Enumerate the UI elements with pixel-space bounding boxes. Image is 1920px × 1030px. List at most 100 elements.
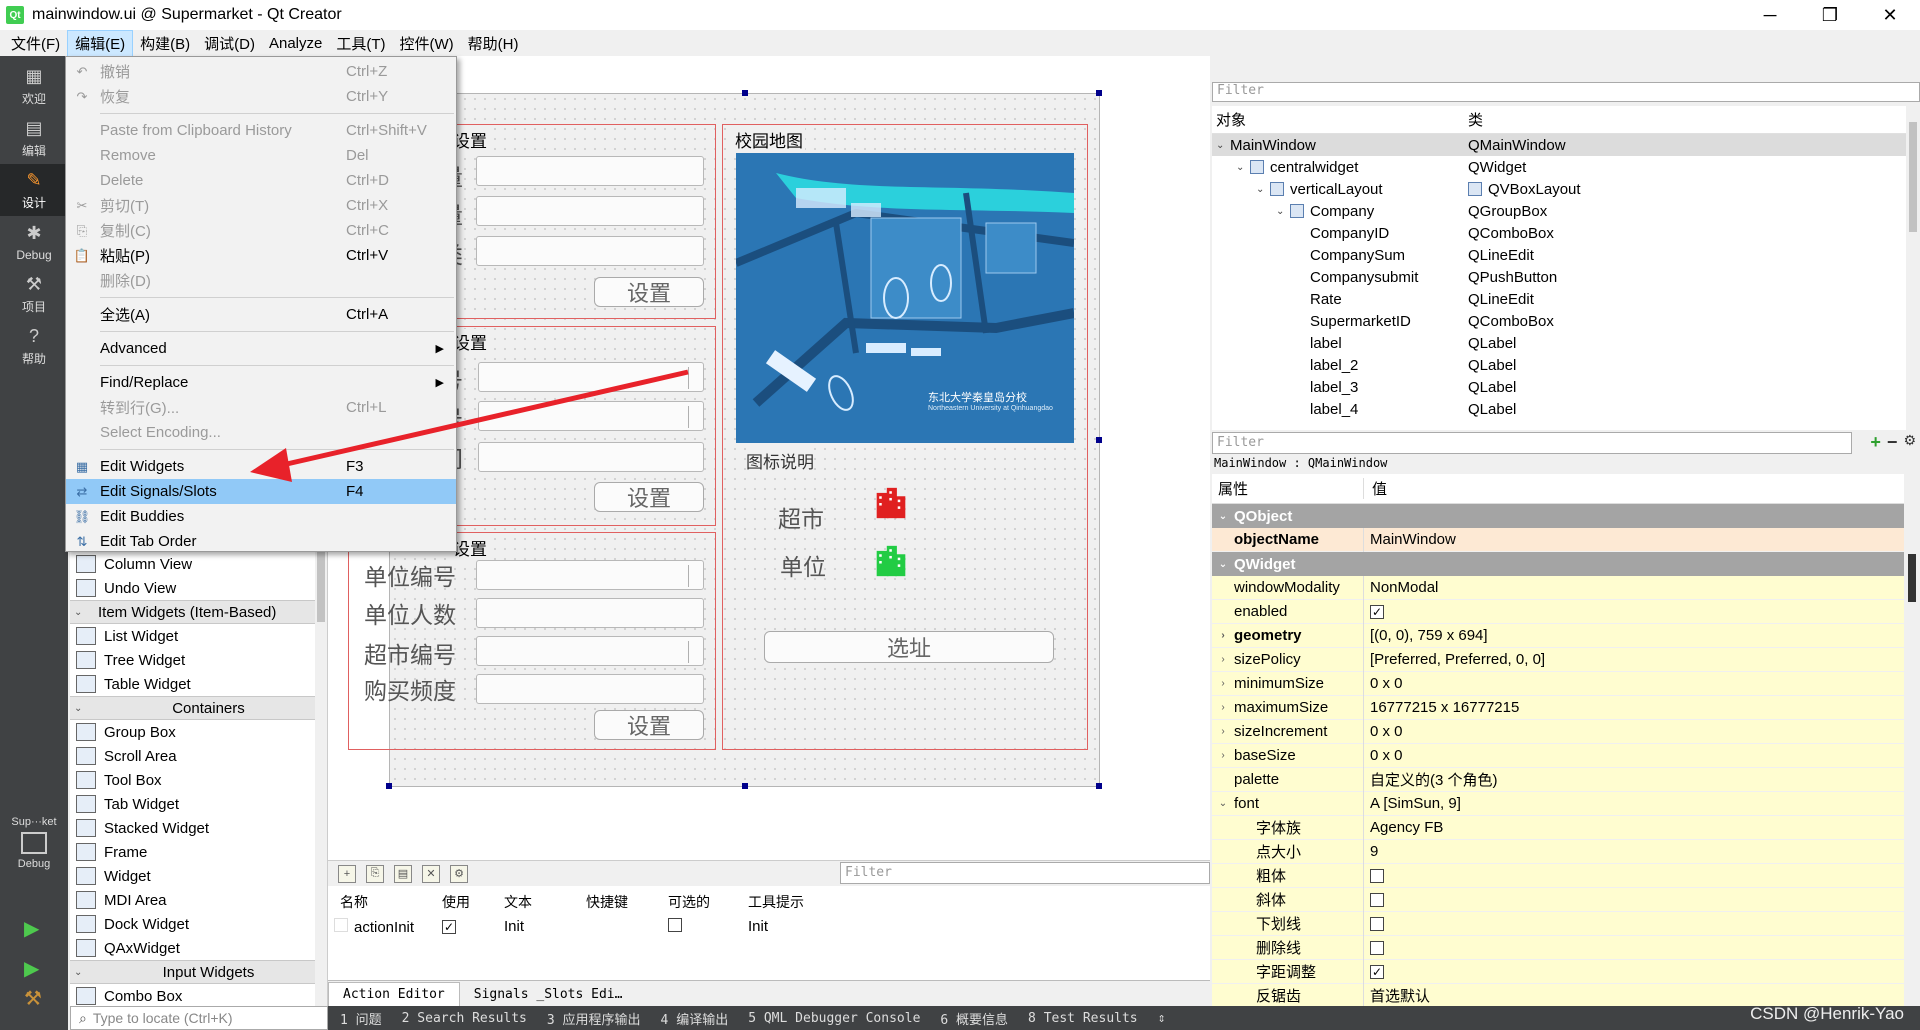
property-value-cell[interactable]: ✓ xyxy=(1364,964,1384,979)
value-column-header[interactable]: 值 xyxy=(1364,478,1387,499)
widget-item[interactable]: Table Widget xyxy=(70,672,327,696)
locator-input[interactable]: ⌕ Type to locate (Ctrl+K) xyxy=(70,1006,328,1030)
property-value-cell[interactable]: 0 x 0 xyxy=(1364,675,1403,692)
build-icon[interactable]: ⚒ xyxy=(24,986,46,1010)
action-name[interactable]: actionInit xyxy=(334,918,414,936)
property-row[interactable]: › geometry [(0, 0), 759 x 694] xyxy=(1212,623,1920,648)
unit-id-combo[interactable] xyxy=(476,560,704,590)
tab-action-editor[interactable]: Action Editor xyxy=(328,982,460,1006)
property-value-cell[interactable] xyxy=(1364,916,1384,931)
expand-arrow-icon[interactable]: ⌄ xyxy=(1212,798,1234,809)
unit-count-field[interactable] xyxy=(476,598,704,628)
debug-run-icon[interactable]: ▶ xyxy=(24,956,46,980)
property-value-cell[interactable]: [Preferred, Preferred, 0, 0] xyxy=(1364,651,1545,668)
supermarket-submit-button[interactable]: 设置 xyxy=(594,482,704,512)
action-used-checkbox[interactable]: ✓ xyxy=(442,918,456,935)
action-filter-input[interactable]: Filter xyxy=(840,862,1210,884)
expand-arrow-icon[interactable]: › xyxy=(1212,678,1234,689)
menu-item-g[interactable]: 转到行(G)... Ctrl+L xyxy=(66,395,456,420)
menu-item-c[interactable]: ⎘ 复制(C) Ctrl+C xyxy=(66,218,456,243)
mode-document[interactable]: ▤ 编辑 xyxy=(0,112,68,164)
widget-category[interactable]: ⌄ Item Widgets (Item-Based) xyxy=(70,600,327,624)
menu-3[interactable]: 调试(D) xyxy=(197,31,262,56)
property-value-cell[interactable] xyxy=(1364,940,1384,955)
object-inspector-scrollbar[interactable] xyxy=(1906,106,1920,430)
property-value-cell[interactable]: ✓ xyxy=(1364,604,1384,619)
property-value-cell[interactable]: 首选默认 xyxy=(1364,985,1430,1006)
property-row[interactable]: › baseSize 0 x 0 xyxy=(1212,743,1920,768)
widget-item[interactable]: Scroll Area xyxy=(70,744,327,768)
property-row[interactable]: 粗体 xyxy=(1212,863,1920,888)
mode-bug[interactable]: ✱ Debug xyxy=(0,216,68,268)
menu-item-paste-from-clipboard-history[interactable]: Paste from Clipboard History Ctrl+Shift+V xyxy=(66,118,456,143)
object-tree-row[interactable]: Rate QLineEdit xyxy=(1212,288,1920,310)
output-pane-button[interactable]: 6 概要信息 xyxy=(940,1009,1008,1028)
object-column-header[interactable]: 对象 xyxy=(1212,109,1468,130)
supermarket-id-combo[interactable] xyxy=(476,636,704,666)
menu-item-d[interactable]: 删除(D) xyxy=(66,268,456,293)
action-column-header[interactable]: 名称 xyxy=(340,892,368,912)
widget-item[interactable]: Stacked Widget xyxy=(70,816,327,840)
output-pane-button[interactable]: 1 问题 xyxy=(340,1009,382,1028)
purchase-frequency-field[interactable] xyxy=(476,674,704,704)
widget-item[interactable]: Combo Box xyxy=(70,984,327,1006)
property-row[interactable]: palette 自定义的(3 个角色) xyxy=(1212,767,1920,792)
menu-item-remove[interactable]: Remove Del xyxy=(66,143,456,168)
output-pane-button[interactable]: 2 Search Results xyxy=(402,1011,527,1026)
widget-item[interactable]: Tab Widget xyxy=(70,792,327,816)
mode-wrench[interactable]: ⚒ 项目 xyxy=(0,268,68,320)
action-text[interactable]: Init xyxy=(504,918,524,935)
property-value-cell[interactable]: 16777215 x 16777215 xyxy=(1364,699,1519,716)
add-property-icon[interactable]: + xyxy=(1870,432,1881,453)
menu-item-advanced[interactable]: Advanced ▶ xyxy=(66,336,456,361)
configure-icon[interactable]: ⚙ xyxy=(1903,432,1916,453)
action-column-header[interactable]: 快捷键 xyxy=(586,892,628,912)
action-tooltip[interactable]: Init xyxy=(748,918,768,935)
menu-item-edit-tab-order[interactable]: ⇅ Edit Tab Order xyxy=(66,529,456,554)
menu-item-select-encoding[interactable]: Select Encoding... xyxy=(66,420,456,445)
property-checkbox[interactable] xyxy=(1370,892,1384,907)
menu-item-edit-widgets[interactable]: ▦ Edit Widgets F3 xyxy=(66,454,456,479)
property-checkbox[interactable]: ✓ xyxy=(1370,964,1384,979)
menu-7[interactable]: 帮助(H) xyxy=(461,31,526,56)
object-tree-row[interactable]: ⌄ centralwidget QWidget xyxy=(1212,156,1920,178)
object-tree-row[interactable]: label_2 QLabel xyxy=(1212,354,1920,376)
property-column-header[interactable]: 属性 xyxy=(1212,478,1364,499)
supermarket-id-combo[interactable] xyxy=(478,362,704,392)
widget-item[interactable]: MDI Area xyxy=(70,888,327,912)
widget-item[interactable]: Frame xyxy=(70,840,327,864)
menu-2[interactable]: 构建(B) xyxy=(133,31,197,56)
property-editor-scrollbar[interactable] xyxy=(1904,474,1920,1006)
menu-item-p[interactable]: 📋 粘贴(P) Ctrl+V xyxy=(66,243,456,268)
action-column-header[interactable]: 使用 xyxy=(442,892,470,912)
expand-arrow-icon[interactable]: › xyxy=(1212,702,1234,713)
property-value-cell[interactable]: 9 xyxy=(1364,843,1378,860)
property-value-cell[interactable]: 自定义的(3 个角色) xyxy=(1364,769,1498,790)
property-row[interactable]: › maximumSize 16777215 x 16777215 xyxy=(1212,695,1920,720)
menu-item-[interactable]: ↶ 撤销 Ctrl+Z xyxy=(66,59,456,84)
object-tree-row[interactable]: CompanyID QComboBox xyxy=(1212,222,1920,244)
property-row[interactable]: windowModality NonModal xyxy=(1212,575,1920,600)
company-submit-button[interactable]: 设置 xyxy=(594,277,704,307)
property-group[interactable]: ⌄ QObject xyxy=(1212,504,1920,528)
output-pane-button[interactable]: 3 应用程序输出 xyxy=(547,1009,641,1028)
property-value-cell[interactable]: [(0, 0), 759 x 694] xyxy=(1364,627,1488,644)
property-value-cell[interactable]: NonModal xyxy=(1364,579,1438,596)
property-value-cell[interactable]: MainWindow xyxy=(1364,531,1456,548)
new-action-icon[interactable]: + xyxy=(338,864,356,883)
widget-category[interactable]: ⌄ Input Widgets xyxy=(70,960,327,984)
paste-action-icon[interactable]: ▤ xyxy=(394,864,412,883)
delete-action-icon[interactable]: ✕ xyxy=(422,864,440,883)
widget-item[interactable]: Widget xyxy=(70,864,327,888)
property-row[interactable]: 斜体 xyxy=(1212,887,1920,912)
property-row[interactable]: enabled ✓ xyxy=(1212,599,1920,624)
run-icon[interactable]: ▶ xyxy=(24,916,46,940)
object-tree-row[interactable]: ⌄ verticalLayout QVBoxLayout xyxy=(1212,178,1920,200)
property-value-cell[interactable]: A [SimSun, 9] xyxy=(1364,795,1461,812)
widget-box-scrollbar[interactable] xyxy=(315,552,327,1006)
widget-item[interactable]: Undo View xyxy=(70,576,327,600)
menu-item-a[interactable]: 全选(A) Ctrl+A xyxy=(66,302,456,327)
relation-submit-button[interactable]: 设置 xyxy=(594,710,704,740)
property-value-cell[interactable]: 0 x 0 xyxy=(1364,723,1403,740)
property-row[interactable]: › sizeIncrement 0 x 0 xyxy=(1212,719,1920,744)
